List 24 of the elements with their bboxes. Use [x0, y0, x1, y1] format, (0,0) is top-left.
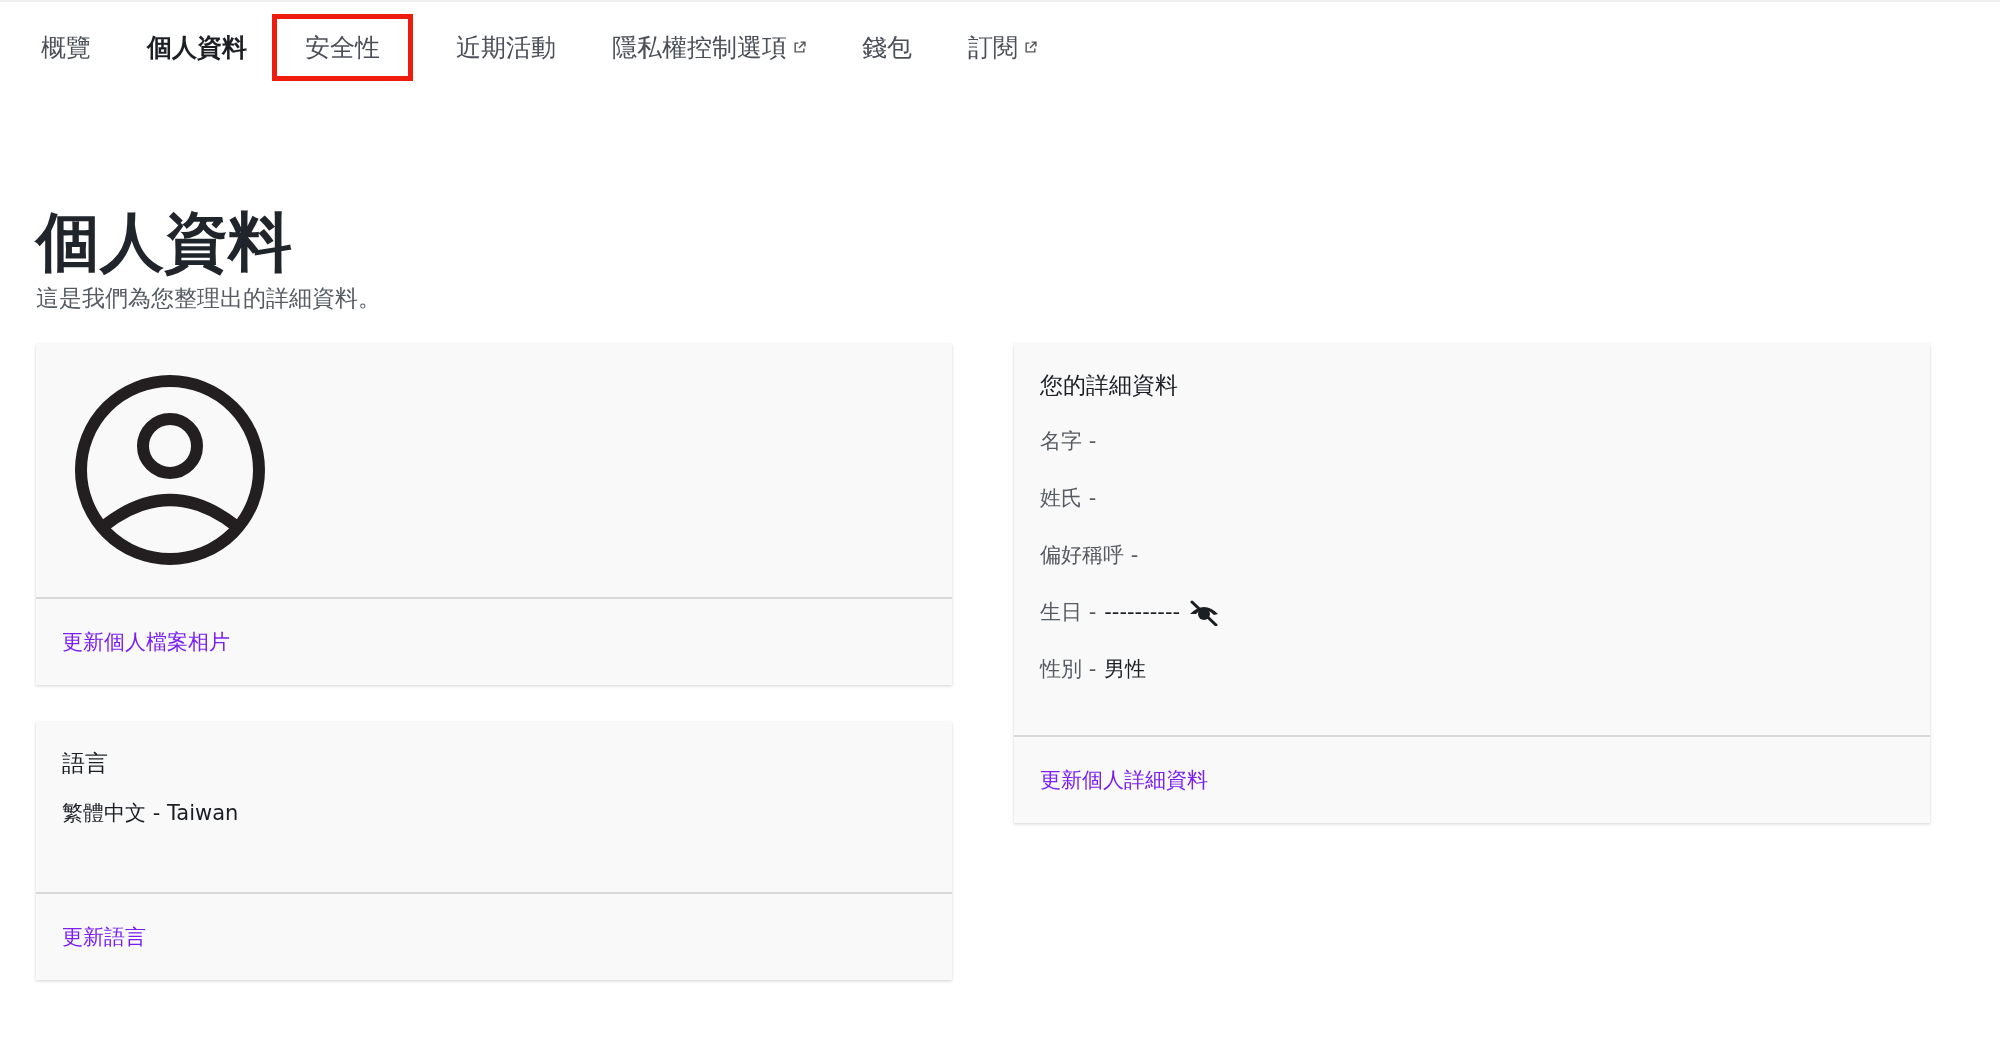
- field-label: 性別 -: [1040, 656, 1097, 684]
- nav-tab[interactable]: 訂閱: [955, 13, 1070, 81]
- field-label: 生日 -: [1040, 599, 1097, 627]
- field-label: 名字 -: [1040, 428, 1097, 456]
- language-value: 繁體中文 - Taiwan: [62, 800, 240, 828]
- page-title: 個人資料: [36, 207, 293, 278]
- nav-tab[interactable]: 隱私權控制選項: [599, 13, 839, 81]
- card-title: 您的詳細資料: [1040, 371, 1179, 401]
- card-title: 語言: [62, 749, 109, 779]
- nav-tab[interactable]: 錢包: [849, 13, 945, 81]
- update-language-link[interactable]: 更新語言: [62, 923, 146, 952]
- highlighted-tab[interactable]: 安全性: [272, 13, 413, 81]
- nav-tab[interactable]: 概覽: [28, 13, 124, 81]
- field-value: 男性: [1104, 656, 1147, 684]
- avatar-icon: [74, 374, 266, 567]
- nav-tab[interactable]: 近期活動: [443, 13, 589, 81]
- page-subtitle: 這是我們為您整理出的詳細資料。: [36, 284, 382, 314]
- update-photo-link[interactable]: 更新個人檔案相片: [62, 628, 230, 657]
- external-link-icon: [793, 40, 806, 54]
- update-details-link[interactable]: 更新個人詳細資料: [1040, 766, 1208, 795]
- field-label: 姓氏 -: [1040, 485, 1097, 513]
- field-label: 偏好稱呼 -: [1040, 542, 1139, 570]
- masked-value: ----------: [1104, 599, 1181, 627]
- external-link-icon: [1024, 40, 1037, 54]
